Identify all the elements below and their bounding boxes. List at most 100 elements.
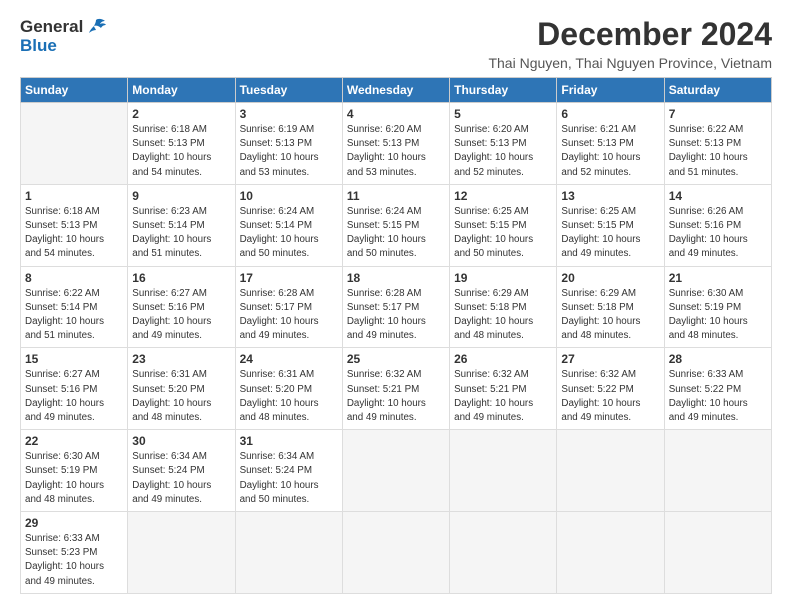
day-info: Sunrise: 6:20 AMSunset: 5:13 PMDaylight:… (347, 123, 445, 180)
day-number: 20 (561, 271, 659, 285)
calendar-cell: 8Sunrise: 6:22 AMSunset: 5:14 PMDaylight… (21, 266, 128, 348)
calendar-cell: 13 Sunrise: 6:25 AMSunset: 5:15 PMDayligh… (557, 184, 664, 266)
day-number: 11 (347, 189, 445, 203)
calendar-cell (664, 430, 771, 512)
calendar-week-3: 8Sunrise: 6:22 AMSunset: 5:14 PMDaylight… (21, 266, 772, 348)
day-number: 31 (240, 434, 338, 448)
page-container: General Blue December 2024 Thai Nguyen, … (0, 0, 792, 604)
calendar-dow-saturday: Saturday (664, 78, 771, 103)
day-info: Sunrise: 6:34 AMSunset: 5:24 PMDaylight:… (132, 450, 230, 507)
calendar-cell: 11 Sunrise: 6:24 AMSunset: 5:15 PMDayligh… (342, 184, 449, 266)
day-info: Sunrise: 6:24 AMSunset: 5:14 PMDaylight:… (240, 205, 338, 262)
day-number: 26 (454, 352, 552, 366)
calendar-week-6: 29Sunrise: 6:33 AMSunset: 5:23 PMDayligh… (21, 512, 772, 594)
day-number: 29 (25, 516, 123, 530)
logo-bird-icon (85, 16, 107, 38)
page-subtitle: Thai Nguyen, Thai Nguyen Province, Vietn… (488, 55, 772, 71)
calendar-cell: 25Sunrise: 6:32 AMSunset: 5:21 PMDayligh… (342, 348, 449, 430)
calendar-cell: 1 Sunrise: 6:18 AMSunset: 5:13 PMDaylight… (21, 184, 128, 266)
logo-general: General (20, 17, 83, 37)
day-info: Sunrise: 6:31 AMSunset: 5:20 PMDaylight:… (240, 368, 338, 425)
calendar-cell: 23Sunrise: 6:31 AMSunset: 5:20 PMDayligh… (128, 348, 235, 430)
calendar-cell: 3 Sunrise: 6:19 AMSunset: 5:13 PMDaylight… (235, 103, 342, 185)
calendar-cell (342, 512, 449, 594)
day-number: 18 (347, 271, 445, 285)
day-info: Sunrise: 6:32 AMSunset: 5:21 PMDaylight:… (347, 368, 445, 425)
day-info: Sunrise: 6:25 AMSunset: 5:15 PMDaylight:… (561, 205, 659, 262)
calendar-cell: 28Sunrise: 6:33 AMSunset: 5:22 PMDayligh… (664, 348, 771, 430)
calendar-cell: 12 Sunrise: 6:25 AMSunset: 5:15 PMDayligh… (450, 184, 557, 266)
day-info: Sunrise: 6:18 AMSunset: 5:13 PMDaylight:… (25, 205, 123, 262)
calendar-dow-tuesday: Tuesday (235, 78, 342, 103)
calendar-week-4: 15Sunrise: 6:27 AMSunset: 5:16 PMDayligh… (21, 348, 772, 430)
calendar-cell: 14Sunrise: 6:26 AMSunset: 5:16 PMDayligh… (664, 184, 771, 266)
calendar-cell: 15Sunrise: 6:27 AMSunset: 5:16 PMDayligh… (21, 348, 128, 430)
day-info: Sunrise: 6:29 AMSunset: 5:18 PMDaylight:… (561, 287, 659, 344)
calendar-dow-friday: Friday (557, 78, 664, 103)
calendar-cell: 4Sunrise: 6:20 AMSunset: 5:13 PMDaylight… (342, 103, 449, 185)
calendar-cell: 7 Sunrise: 6:22 AMSunset: 5:13 PMDaylight… (664, 103, 771, 185)
calendar-header-row: SundayMondayTuesdayWednesdayThursdayFrid… (21, 78, 772, 103)
day-number: 16 (132, 271, 230, 285)
day-info: Sunrise: 6:32 AMSunset: 5:21 PMDaylight:… (454, 368, 552, 425)
day-number: 27 (561, 352, 659, 366)
logo: General Blue (20, 16, 107, 56)
day-info: Sunrise: 6:34 AMSunset: 5:24 PMDaylight:… (240, 450, 338, 507)
calendar-cell: 26 Sunrise: 6:32 AMSunset: 5:21 PMDayligh… (450, 348, 557, 430)
header: General Blue December 2024 Thai Nguyen, … (20, 16, 772, 71)
day-info: Sunrise: 6:29 AMSunset: 5:18 PMDaylight:… (454, 287, 552, 344)
calendar-dow-monday: Monday (128, 78, 235, 103)
calendar-cell: 20 Sunrise: 6:29 AMSunset: 5:18 PMDayligh… (557, 266, 664, 348)
calendar-week-1: 2Sunrise: 6:18 AMSunset: 5:13 PMDaylight… (21, 103, 772, 185)
day-number: 19 (454, 271, 552, 285)
day-number: 21 (669, 271, 767, 285)
day-number: 13 (561, 189, 659, 203)
day-number: 3 (240, 107, 338, 121)
calendar-cell (235, 512, 342, 594)
calendar-cell: 29Sunrise: 6:33 AMSunset: 5:23 PMDayligh… (21, 512, 128, 594)
day-info: Sunrise: 6:24 AMSunset: 5:15 PMDaylight:… (347, 205, 445, 262)
day-info: Sunrise: 6:19 AMSunset: 5:13 PMDaylight:… (240, 123, 338, 180)
day-number: 14 (669, 189, 767, 203)
day-info: Sunrise: 6:21 AMSunset: 5:13 PMDaylight:… (561, 123, 659, 180)
calendar-dow-thursday: Thursday (450, 78, 557, 103)
calendar-cell (128, 512, 235, 594)
day-number: 7 (669, 107, 767, 121)
day-number: 10 (240, 189, 338, 203)
calendar-cell: 6 Sunrise: 6:21 AMSunset: 5:13 PMDaylight… (557, 103, 664, 185)
logo-blue: Blue (20, 36, 107, 56)
calendar-dow-sunday: Sunday (21, 78, 128, 103)
calendar-cell: 27 Sunrise: 6:32 AMSunset: 5:22 PMDayligh… (557, 348, 664, 430)
day-info: Sunrise: 6:22 AMSunset: 5:13 PMDaylight:… (669, 123, 767, 180)
day-info: Sunrise: 6:25 AMSunset: 5:15 PMDaylight:… (454, 205, 552, 262)
calendar-cell: 22Sunrise: 6:30 AMSunset: 5:19 PMDayligh… (21, 430, 128, 512)
page-title: December 2024 (488, 16, 772, 53)
calendar-cell: 9Sunrise: 6:23 AMSunset: 5:14 PMDaylight… (128, 184, 235, 266)
calendar-cell: 10 Sunrise: 6:24 AMSunset: 5:14 PMDayligh… (235, 184, 342, 266)
day-info: Sunrise: 6:18 AMSunset: 5:13 PMDaylight:… (132, 123, 230, 180)
calendar-dow-wednesday: Wednesday (342, 78, 449, 103)
calendar-cell: 24Sunrise: 6:31 AMSunset: 5:20 PMDayligh… (235, 348, 342, 430)
calendar-cell: 5 Sunrise: 6:20 AMSunset: 5:13 PMDaylight… (450, 103, 557, 185)
title-area: December 2024 Thai Nguyen, Thai Nguyen P… (488, 16, 772, 71)
calendar-cell: 2Sunrise: 6:18 AMSunset: 5:13 PMDaylight… (128, 103, 235, 185)
day-info: Sunrise: 6:33 AMSunset: 5:22 PMDaylight:… (669, 368, 767, 425)
calendar-cell (342, 430, 449, 512)
day-info: Sunrise: 6:32 AMSunset: 5:22 PMDaylight:… (561, 368, 659, 425)
day-info: Sunrise: 6:31 AMSunset: 5:20 PMDaylight:… (132, 368, 230, 425)
day-number: 12 (454, 189, 552, 203)
calendar-cell: 30 Sunrise: 6:34 AMSunset: 5:24 PMDayligh… (128, 430, 235, 512)
day-number: 5 (454, 107, 552, 121)
day-number: 6 (561, 107, 659, 121)
day-info: Sunrise: 6:20 AMSunset: 5:13 PMDaylight:… (454, 123, 552, 180)
calendar-cell (557, 430, 664, 512)
day-info: Sunrise: 6:22 AMSunset: 5:14 PMDaylight:… (25, 287, 123, 344)
day-number: 1 (25, 189, 123, 203)
calendar-week-2: 1 Sunrise: 6:18 AMSunset: 5:13 PMDaylight… (21, 184, 772, 266)
calendar-cell: 21Sunrise: 6:30 AMSunset: 5:19 PMDayligh… (664, 266, 771, 348)
day-number: 22 (25, 434, 123, 448)
calendar-cell: 18Sunrise: 6:28 AMSunset: 5:17 PMDayligh… (342, 266, 449, 348)
calendar-cell (21, 103, 128, 185)
day-info: Sunrise: 6:23 AMSunset: 5:14 PMDaylight:… (132, 205, 230, 262)
day-number: 30 (132, 434, 230, 448)
